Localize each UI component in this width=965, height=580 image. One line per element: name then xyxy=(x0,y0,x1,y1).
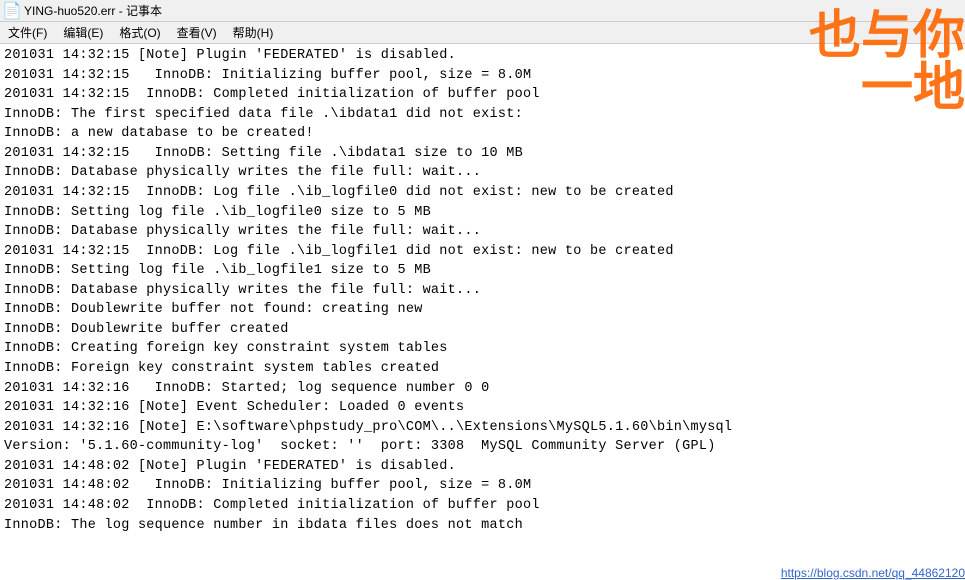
log-content-area: 201031 14:32:15 [Note] Plugin 'FEDERATED… xyxy=(0,44,965,580)
menu-edit[interactable]: 编辑(E) xyxy=(55,23,111,42)
menu-format[interactable]: 格式(O) xyxy=(111,23,168,42)
watermark-line2: 一地 xyxy=(861,60,965,117)
menu-file[interactable]: 文件(F) xyxy=(0,23,55,42)
menu-help[interactable]: 帮助(H) xyxy=(225,23,282,42)
watermark-line1: 也与你 xyxy=(809,8,965,65)
menu-view[interactable]: 查看(V) xyxy=(169,23,225,42)
window-title: YING-huo520.err - 记事本 xyxy=(24,2,162,19)
log-text-block: 201031 14:32:15 [Note] Plugin 'FEDERATED… xyxy=(4,46,961,535)
bottom-link: https://blog.csdn.net/qq_44862120 xyxy=(781,566,965,580)
app-icon: 📄 xyxy=(4,3,20,19)
